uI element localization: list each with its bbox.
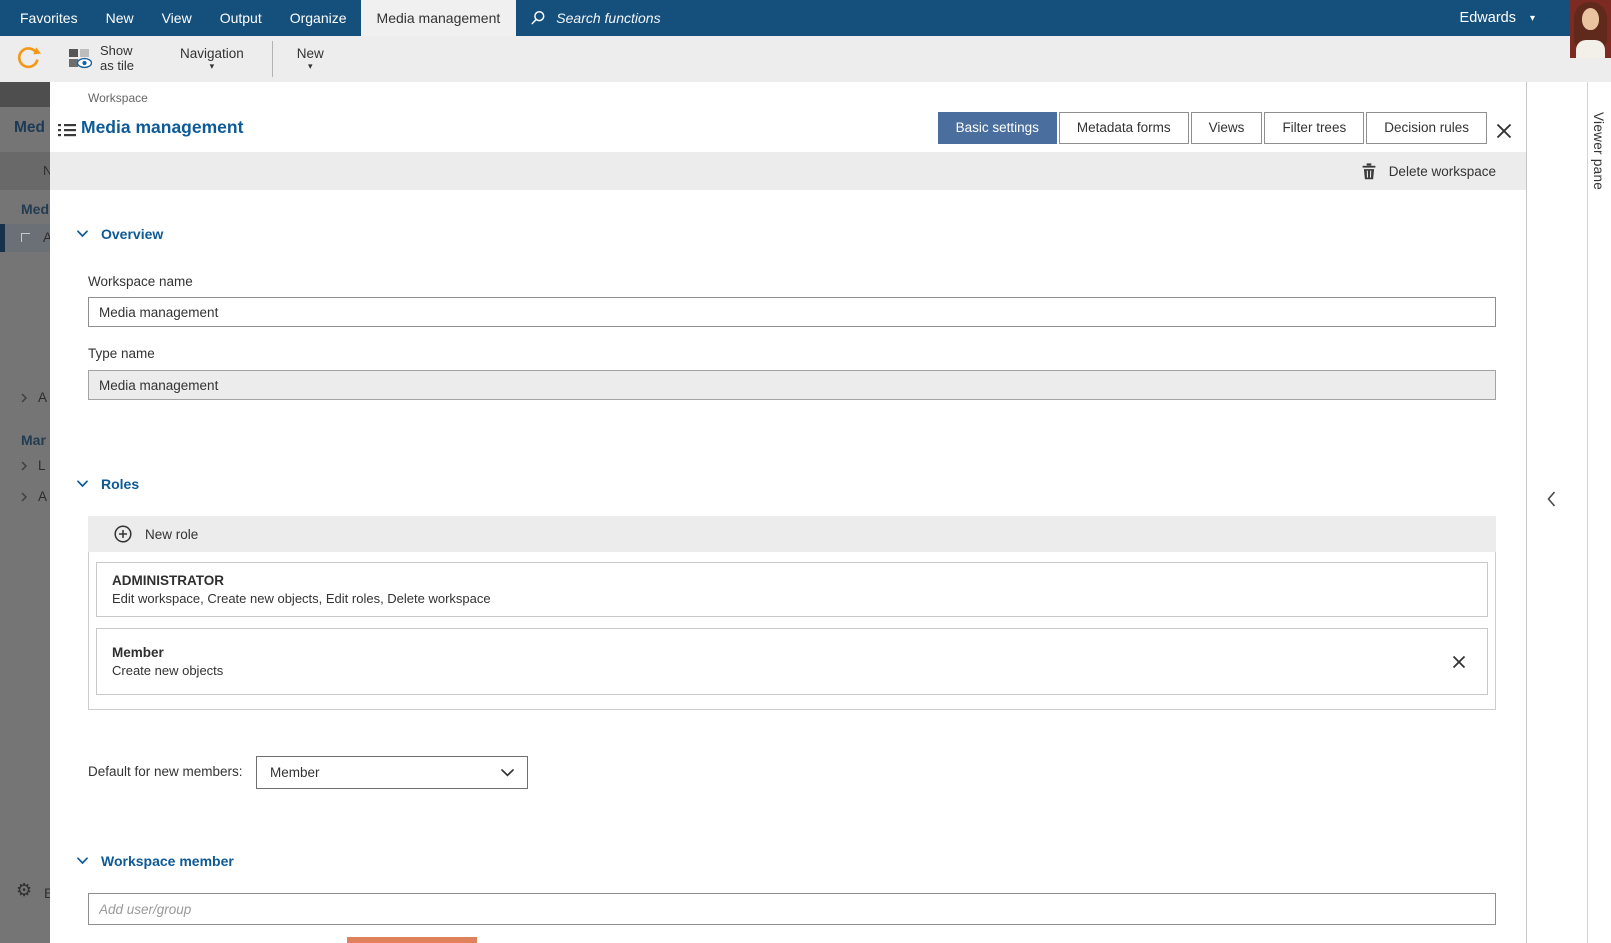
nav-item-view[interactable]: View [148, 0, 206, 36]
role-card-administrator[interactable]: ADMINISTRATOR Edit workspace, Create new… [96, 562, 1488, 617]
workspace-name-input[interactable] [88, 297, 1496, 327]
dimmed-group-heading: Med [21, 201, 49, 217]
settings-tabs: Basic settings Metadata forms Views Filt… [937, 112, 1487, 144]
navigation-dropdown[interactable]: Navigation ▾ [180, 46, 244, 72]
show-as-tile-label: Show as tile [100, 43, 134, 73]
search-functions-input[interactable]: Search functions [530, 0, 1611, 36]
nav-item-favorites[interactable]: Favorites [0, 0, 92, 36]
chevron-down-icon [77, 480, 88, 488]
workspace-settings-panel: Workspace Media management Basic setting… [50, 82, 1527, 943]
tab-filter-trees[interactable]: Filter trees [1264, 112, 1365, 144]
chevron-right-icon [21, 492, 27, 501]
avatar[interactable] [1570, 0, 1611, 58]
type-name-label: Type name [88, 346, 155, 361]
new-dropdown[interactable]: New ▾ [297, 46, 324, 72]
action-bar: Delete workspace [50, 152, 1526, 190]
tile-view-icon [69, 49, 92, 69]
section-overview-toggle[interactable]: Overview [77, 226, 163, 242]
section-roles-heading: Roles [101, 476, 140, 492]
workspace-name-label: Workspace name [88, 274, 193, 289]
chevron-down-icon [77, 230, 88, 238]
delete-workspace-button[interactable]: Delete workspace [1389, 164, 1496, 179]
roles-list: ADMINISTRATOR Edit workspace, Create new… [88, 552, 1496, 710]
new-label: New [296, 46, 324, 61]
refresh-button[interactable] [15, 46, 41, 72]
remove-role-icon[interactable] [1450, 653, 1468, 671]
list-icon[interactable] [58, 123, 76, 138]
chevron-left-icon[interactable] [1544, 488, 1559, 510]
nav-item-new[interactable]: New [92, 0, 148, 36]
tab-decision-rules[interactable]: Decision rules [1366, 112, 1487, 144]
refresh-icon [17, 47, 41, 69]
nav-item-organize[interactable]: Organize [276, 0, 361, 36]
show-as-tile-button[interactable]: Show as tile [69, 44, 146, 73]
chevron-right-icon [21, 393, 27, 402]
section-members-heading: Workspace member [101, 853, 234, 869]
dimmed-tree-item: L [21, 458, 46, 473]
page-title: Media management [81, 117, 244, 137]
search-placeholder: Search functions [556, 10, 661, 26]
partial-bottom-element [347, 937, 477, 943]
folder-icon [21, 233, 30, 242]
user-name: Edwards [1459, 10, 1516, 26]
dimmed-group-heading-2: Mar [21, 432, 46, 448]
trash-icon [1362, 162, 1376, 180]
viewer-pane-collapsed: Viewer pane [1527, 82, 1611, 943]
breadcrumb: Workspace [88, 91, 148, 105]
viewer-pane-label: Viewer pane [1591, 112, 1606, 191]
section-overview-heading: Overview [101, 226, 164, 242]
avatar-face [1582, 8, 1599, 30]
role-permissions: Create new objects [112, 663, 224, 678]
tab-views[interactable]: Views [1190, 112, 1263, 144]
top-navbar: Favorites New View Output Organize Media… [0, 0, 1611, 36]
default-role-value: Member [270, 765, 320, 780]
section-roles-toggle[interactable]: Roles [77, 476, 139, 492]
tab-basic-settings[interactable]: Basic settings [937, 112, 1057, 144]
default-role-select[interactable]: Member [256, 756, 528, 789]
dimmed-tree-item: A [21, 390, 47, 405]
dimmed-tree-item: A [21, 489, 47, 504]
add-user-group-input[interactable] [88, 893, 1496, 925]
gear-icon: ⚙ [16, 880, 33, 900]
dimmed-sidebar: Med N Med A A Mar L A ⚙ E [0, 82, 50, 943]
chevron-down-icon [501, 768, 514, 776]
new-role-label: New role [145, 526, 199, 542]
tab-metadata-forms[interactable]: Metadata forms [1058, 112, 1189, 144]
role-permissions: Edit workspace, Create new objects, Edit… [112, 591, 491, 606]
dimmed-header-block [0, 82, 50, 107]
navigation-label: Navigation [180, 46, 244, 61]
chevron-down-icon [77, 857, 88, 865]
dimmed-toolbar-text: N [43, 163, 50, 178]
dimmed-selected-item: A [0, 224, 50, 252]
viewer-pane-divider [1587, 82, 1588, 943]
close-icon[interactable] [1494, 121, 1514, 141]
avatar-body [1576, 40, 1605, 58]
default-members-label: Default for new members: [88, 764, 243, 779]
search-icon [530, 10, 546, 26]
nav-item-media-management-active[interactable]: Media management [360, 0, 517, 36]
dimmed-page-title: Med [14, 119, 45, 136]
user-menu[interactable]: Edwards ▾ [1460, 0, 1535, 36]
caret-down-icon: ▾ [308, 61, 313, 71]
nav-item-output[interactable]: Output [206, 0, 276, 36]
caret-down-icon: ▾ [1529, 12, 1535, 24]
role-card-member[interactable]: Member Create new objects [96, 628, 1488, 695]
caret-down-icon: ▾ [209, 61, 215, 71]
chevron-right-icon [21, 461, 27, 470]
new-role-button[interactable]: New role [88, 516, 1496, 552]
type-name-input [88, 370, 1496, 400]
role-name: ADMINISTRATOR [112, 573, 224, 588]
plus-circle-icon [114, 525, 132, 543]
toolbar: Show as tile Navigation ▾ New ▾ [0, 36, 1611, 82]
toolbar-divider [271, 41, 273, 77]
section-members-toggle[interactable]: Workspace member [77, 853, 234, 869]
role-name: Member [112, 645, 164, 660]
